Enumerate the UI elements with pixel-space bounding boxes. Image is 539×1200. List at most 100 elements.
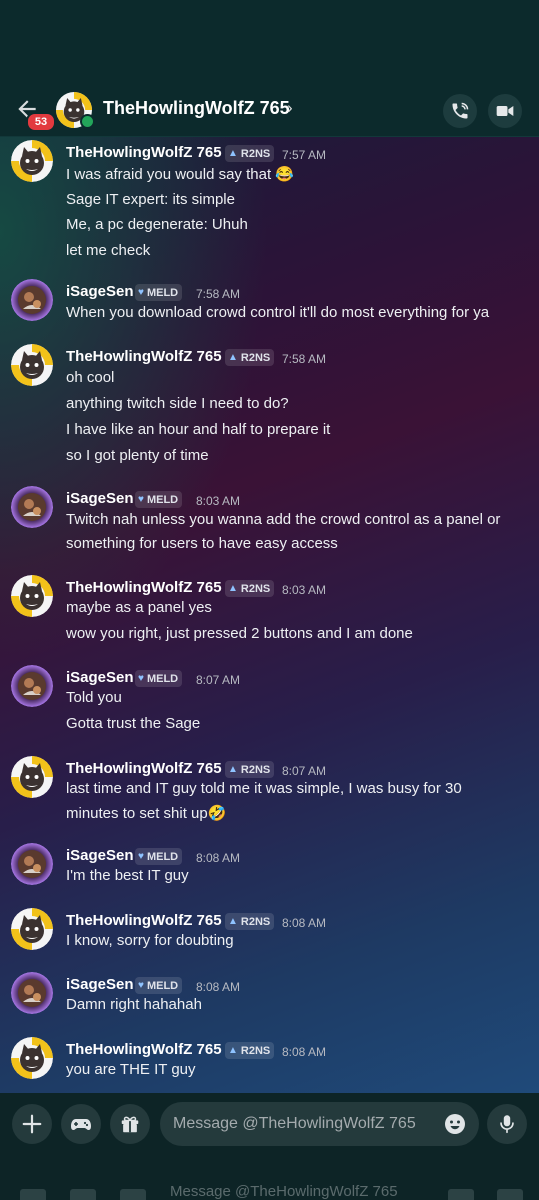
avatar[interactable] (11, 279, 53, 321)
activities-button[interactable] (61, 1104, 101, 1144)
avatar[interactable] (11, 665, 53, 707)
avatar[interactable] (11, 843, 53, 885)
tag-icon: ▲ (228, 148, 238, 159)
message-text: Gotta trust the Sage (66, 715, 201, 732)
message-text: Me, a pc degenerate: Uhuh (66, 216, 248, 233)
username[interactable]: iSageSen (66, 847, 134, 864)
tag-label: MELD (146, 850, 179, 863)
dm-header: 53 TheHowlingWolfZ 765 › (0, 86, 539, 137)
avatar[interactable] (11, 1037, 53, 1079)
timestamp: 8:03 AM (196, 494, 241, 508)
message-list[interactable]: TheHowlingWolfZ 765 ▲ R2NS 7:57 AM I was … (0, 137, 539, 1093)
emoji-icon[interactable] (443, 1112, 467, 1136)
message-text: let me check (66, 242, 151, 259)
message-input[interactable]: Message @TheHowlingWolfZ 765 (160, 1102, 479, 1146)
timestamp: 8:08 AM (282, 1045, 327, 1059)
tag-label: R2NS (240, 915, 271, 928)
message-text: wow you right, just pressed 2 buttons an… (66, 625, 413, 642)
server-tag-badge[interactable]: ▲ R2NS (225, 349, 275, 366)
username[interactable]: TheHowlingWolfZ 765 (66, 912, 222, 929)
tag-label: R2NS (240, 763, 271, 776)
chevron-right-icon[interactable]: › (287, 98, 293, 118)
message-text: minutes to set shit up🤣 (66, 805, 227, 822)
tag-label: R2NS (240, 1044, 271, 1057)
online-status-dot (80, 114, 95, 129)
username[interactable]: TheHowlingWolfZ 765 (66, 579, 222, 596)
username[interactable]: TheHowlingWolfZ 765 (66, 1041, 222, 1058)
add-attachment-button[interactable] (12, 1104, 52, 1144)
avatar[interactable] (11, 908, 53, 950)
timestamp: 8:07 AM (282, 764, 327, 778)
server-tag-badge[interactable]: ▲ R2NS (225, 145, 275, 162)
username[interactable]: TheHowlingWolfZ 765 (66, 144, 222, 161)
tag-icon: ♥ (138, 851, 144, 862)
message-text: Sage IT expert: its simple (66, 191, 235, 208)
message-text: Twitch nah unless you wanna add the crow… (66, 511, 501, 528)
avatar[interactable] (11, 140, 53, 182)
timestamp: 8:08 AM (282, 916, 327, 930)
message-text: I'm the best IT guy (66, 867, 189, 884)
unread-badge: 53 (26, 112, 56, 132)
phone-call-icon (452, 102, 469, 119)
server-tag-badge[interactable]: ▲ R2NS (225, 761, 275, 778)
tag-icon: ♥ (138, 673, 144, 684)
gift-icon (121, 1116, 139, 1133)
status-bar-area (0, 0, 539, 86)
message-placeholder: Message @TheHowlingWolfZ 765 (173, 1115, 416, 1132)
username[interactable]: TheHowlingWolfZ 765 (66, 348, 222, 365)
username[interactable]: TheHowlingWolfZ 765 (66, 760, 222, 777)
message-text: so I got plenty of time (66, 447, 209, 464)
tag-label: R2NS (240, 351, 271, 364)
server-tag-badge[interactable]: ♥ MELD (135, 491, 183, 508)
server-tag-badge[interactable]: ▲ R2NS (225, 1042, 275, 1059)
message-text: I was afraid you would say that 😂 (66, 166, 294, 183)
message-text: When you download crowd control it'll do… (66, 304, 490, 321)
keyboard-ghost-strip: Message @TheHowlingWolfZ 765 (0, 1183, 539, 1200)
gamepad-icon (71, 1119, 91, 1130)
server-tag-badge[interactable]: ♥ MELD (135, 977, 183, 994)
server-tag-badge[interactable]: ▲ R2NS (225, 580, 275, 597)
video-camera-icon (496, 106, 514, 116)
composer-bar: Message @TheHowlingWolfZ 765 Message @Th… (0, 1093, 539, 1200)
avatar[interactable] (11, 756, 53, 798)
username[interactable]: iSageSen (66, 976, 134, 993)
tag-label: R2NS (240, 147, 271, 160)
avatar[interactable] (11, 575, 53, 617)
voice-message-button[interactable] (487, 1104, 527, 1144)
tag-label: MELD (146, 493, 179, 506)
server-tag-badge[interactable]: ♥ MELD (135, 848, 183, 865)
message-text: I know, sorry for doubting (66, 932, 234, 949)
voice-call-button[interactable] (443, 94, 477, 128)
username[interactable]: iSageSen (66, 283, 134, 300)
message-text: oh cool (66, 369, 115, 386)
tag-label: MELD (146, 286, 179, 299)
page-title[interactable]: TheHowlingWolfZ 765 (103, 98, 290, 119)
message-text: I have like an hour and half to prepare … (66, 421, 331, 438)
username[interactable]: iSageSen (66, 490, 134, 507)
timestamp: 8:03 AM (282, 583, 327, 597)
avatar[interactable] (11, 486, 53, 528)
server-tag-badge[interactable]: ♥ MELD (135, 670, 183, 687)
timestamp: 7:57 AM (282, 148, 327, 162)
avatar[interactable] (11, 972, 53, 1014)
tag-label: R2NS (240, 582, 271, 595)
message-text: Told you (66, 689, 122, 706)
avatar[interactable] (11, 344, 53, 386)
message-text: Damn right hahahah (66, 996, 202, 1013)
tag-label: MELD (146, 979, 179, 992)
username[interactable]: iSageSen (66, 669, 134, 686)
timestamp: 7:58 AM (282, 352, 327, 366)
server-tag-badge[interactable]: ♥ MELD (135, 284, 183, 301)
timestamp: 8:07 AM (196, 673, 241, 687)
plus-icon (22, 1114, 42, 1134)
ghost-placeholder: Message @TheHowlingWolfZ 765 (170, 1183, 398, 1200)
tag-icon: ♥ (138, 980, 144, 991)
tag-icon: ▲ (228, 1045, 238, 1056)
gift-button[interactable] (110, 1104, 150, 1144)
tag-icon: ♥ (138, 287, 144, 298)
message-text: last time and IT guy told me it was simp… (66, 780, 462, 797)
timestamp: 7:58 AM (196, 287, 241, 301)
timestamp: 8:08 AM (196, 851, 241, 865)
server-tag-badge[interactable]: ▲ R2NS (225, 913, 275, 930)
video-call-button[interactable] (488, 94, 522, 128)
